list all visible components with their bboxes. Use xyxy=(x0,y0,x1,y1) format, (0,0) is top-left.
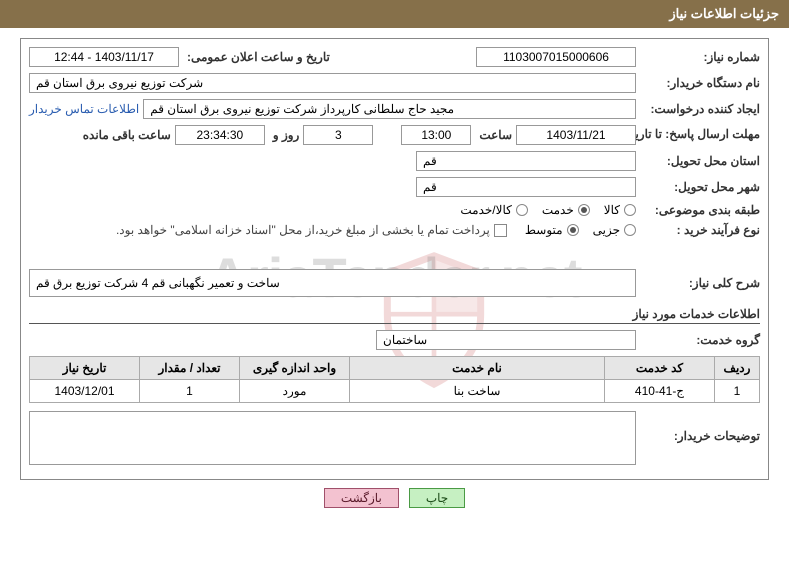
th-name: نام خدمت xyxy=(350,357,605,380)
table-row: 1 ج-41-410 ساخت بنا مورد 1 1403/12/01 xyxy=(30,380,760,403)
purchase-type-radio-group: جزیی متوسط xyxy=(525,223,636,237)
delivery-province-label: استان محل تحویل: xyxy=(640,154,760,168)
buyer-notes-label: توضیحات خریدار: xyxy=(640,411,760,443)
table-header-row: ردیف کد خدمت نام خدمت واحد اندازه گیری ت… xyxy=(30,357,760,380)
days-word: روز و xyxy=(269,128,300,142)
buyer-notes-box xyxy=(29,411,636,465)
category-service-label: خدمت xyxy=(542,203,574,217)
purchase-partial-radio[interactable]: جزیی xyxy=(593,223,636,237)
requester-label: ایجاد کننده درخواست: xyxy=(640,102,760,116)
buyer-org-field: شرکت توزیع نیروی برق استان قم xyxy=(29,73,636,93)
td-code: ج-41-410 xyxy=(605,380,715,403)
service-group-label: گروه خدمت: xyxy=(640,333,760,347)
services-info-title: اطلاعات خدمات مورد نیاز xyxy=(29,303,760,324)
th-row: ردیف xyxy=(715,357,760,380)
need-number-label: شماره نیاز: xyxy=(640,50,760,64)
td-unit: مورد xyxy=(240,380,350,403)
treasury-checkbox[interactable] xyxy=(494,224,507,237)
need-desc-label: شرح کلی نیاز: xyxy=(640,276,760,290)
td-date: 1403/12/01 xyxy=(30,380,140,403)
td-qty: 1 xyxy=(140,380,240,403)
delivery-city-label: شهر محل تحویل: xyxy=(640,180,760,194)
announce-field: 1403/11/17 - 12:44 xyxy=(29,47,179,67)
print-button[interactable]: چاپ xyxy=(409,488,465,508)
buyer-org-label: نام دستگاه خریدار: xyxy=(640,76,760,90)
td-row: 1 xyxy=(715,380,760,403)
category-goods-radio[interactable]: کالا xyxy=(604,203,636,217)
radio-icon xyxy=(624,224,636,236)
radio-icon xyxy=(578,204,590,216)
delivery-province-field: قم xyxy=(416,151,636,171)
th-code: کد خدمت xyxy=(605,357,715,380)
back-button[interactable]: بازگشت xyxy=(324,488,399,508)
time-remaining-field: 23:34:30 xyxy=(175,125,265,145)
remaining-suffix: ساعت باقی مانده xyxy=(79,128,171,142)
need-number-field: 1103007015000606 xyxy=(476,47,636,67)
requester-field: مجید حاج سلطانی کارپرداز شرکت توزیع نیرو… xyxy=(143,99,636,119)
th-date: تاریخ نیاز xyxy=(30,357,140,380)
need-desc-field: ساخت و تعمیر نگهبانی قم 4 شرکت توزیع برق… xyxy=(29,269,636,297)
category-radio-group: کالا خدمت کالا/خدمت xyxy=(460,203,636,217)
page-header: جزئیات اطلاعات نیاز xyxy=(0,0,789,28)
deadline-date-field: 1403/11/21 xyxy=(516,125,636,145)
radio-icon xyxy=(624,204,636,216)
deadline-time-field: 13:00 xyxy=(401,125,471,145)
category-label: طبقه بندی موضوعی: xyxy=(640,203,760,217)
category-goods-label: کالا xyxy=(604,203,620,217)
td-name: ساخت بنا xyxy=(350,380,605,403)
category-goods-service-radio[interactable]: کالا/خدمت xyxy=(460,203,527,217)
deadline-label: مهلت ارسال پاسخ: تا تاریخ: xyxy=(640,127,760,143)
category-service-radio[interactable]: خدمت xyxy=(542,203,590,217)
purchase-partial-label: جزیی xyxy=(593,223,620,237)
time-label: ساعت xyxy=(475,128,512,142)
payment-note: پرداخت تمام یا بخشی از مبلغ خرید،از محل … xyxy=(116,223,490,237)
announce-label: تاریخ و ساعت اعلان عمومی: xyxy=(183,50,330,64)
purchase-type-label: نوع فرآیند خرید : xyxy=(640,223,760,237)
purchase-medium-label: متوسط xyxy=(525,223,563,237)
th-unit: واحد اندازه گیری xyxy=(240,357,350,380)
services-table: ردیف کد خدمت نام خدمت واحد اندازه گیری ت… xyxy=(29,356,760,403)
service-group-field: ساختمان xyxy=(376,330,636,350)
purchase-medium-radio[interactable]: متوسط xyxy=(525,223,579,237)
category-goods-service-label: کالا/خدمت xyxy=(460,203,511,217)
radio-icon xyxy=(567,224,579,236)
delivery-city-field: قم xyxy=(416,177,636,197)
days-remaining-field: 3 xyxy=(303,125,373,145)
page-title: جزئیات اطلاعات نیاز xyxy=(669,6,779,21)
buyer-contact-link[interactable]: اطلاعات تماس خریدار xyxy=(29,102,139,116)
radio-icon xyxy=(516,204,528,216)
th-qty: تعداد / مقدار xyxy=(140,357,240,380)
